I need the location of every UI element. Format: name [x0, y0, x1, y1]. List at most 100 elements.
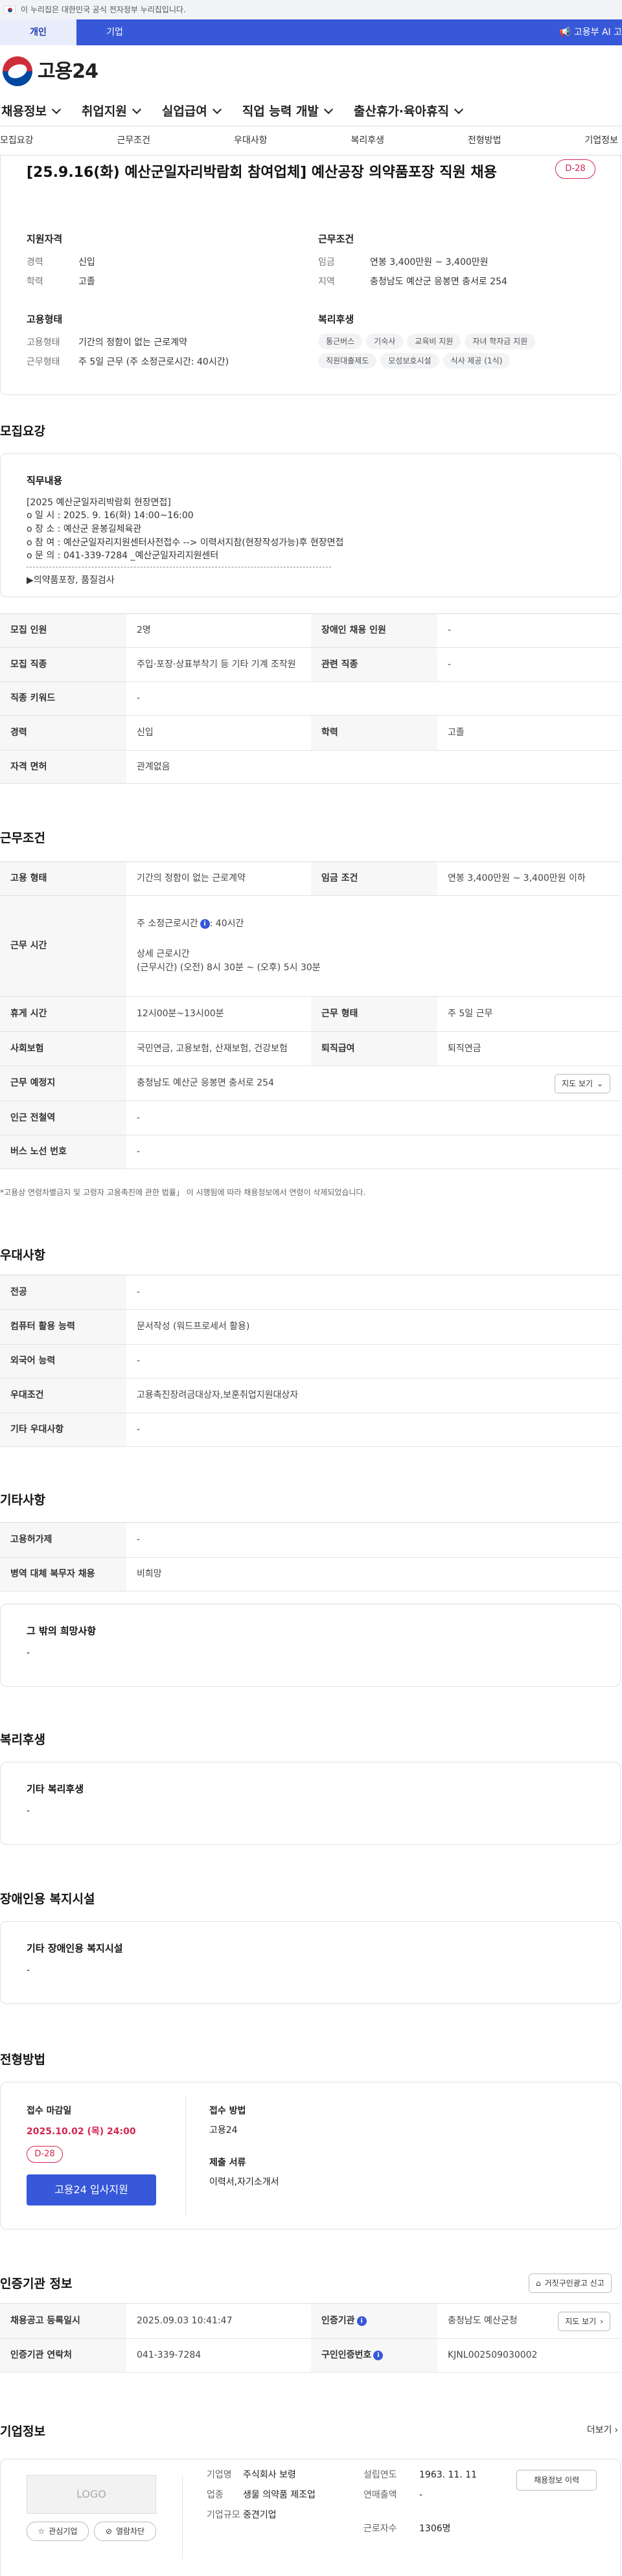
tab-personal[interactable]: 개인 — [0, 19, 76, 45]
table-row: 근무 시간 주 소정근로시간 i: 40시간 상세 근로시간 (근무시간) (오전… — [0, 895, 621, 997]
conditions-row: 지역 충청남도 예산군 응봉면 충서로 254 — [318, 273, 577, 292]
anchor-preference[interactable]: 우대사항 — [234, 134, 268, 148]
row-value: 주 5일 근무 (주 소정근로시간: 40시간) — [78, 357, 229, 367]
info-icon[interactable]: i — [373, 2350, 384, 2360]
chevron-right-icon: › — [614, 2425, 618, 2435]
table-row: 병역 대체 복무자 채용 비희망 — [0, 1557, 621, 1591]
employment-row: 고용형태 기간의 정함이 없는 근로계약 — [27, 334, 286, 353]
other-wishes-value: - — [27, 1647, 30, 1658]
welfare-block: 복리후생 통근버스 기숙사 교육비 지원 자녀 학자금 지원 직원대출제도 모성… — [318, 312, 577, 369]
home-icon: ⌂ — [536, 2279, 541, 2288]
work-heading: 근무조건 — [0, 831, 45, 845]
employment-block: 고용형태 고용형태 기간의 정함이 없는 근로계약 근무형태 주 5일 근무 (주 … — [27, 312, 286, 372]
cell-value: 문서작성 (워드프로세서 활용) — [126, 1309, 621, 1345]
korea-flag-icon — [4, 6, 16, 14]
field-value: 1306명 — [419, 2524, 451, 2534]
other-wishes-label: 그 밖의 희망사항 — [27, 1625, 97, 1637]
cell-label: 모집 인원 — [0, 613, 126, 648]
conditions-heading: 근무조건 — [318, 233, 354, 245]
agency-map-label: 지도 보기 — [565, 2316, 597, 2326]
welfare-tag: 식사 제공 (1식) — [443, 352, 511, 369]
row-label: 지역 — [318, 277, 335, 287]
report-fake-ad-button[interactable]: ⌂ 거짓구인광고 신고 — [529, 2274, 612, 2293]
content-line: o 일 시 : 2025. 9. 16(화) 14:00~16:00 — [27, 510, 194, 521]
anchor-selection[interactable]: 전형방법 — [468, 134, 501, 148]
chevron-down-icon — [212, 104, 222, 115]
job-summary-card: [25.9.16(화) 예산군일자리박람회 참여업체] 예산공장 의약품포장 직… — [0, 155, 621, 395]
employment-heading: 고용형태 — [27, 313, 63, 325]
detail-hours-value: (근무시간) (오전) 8시 30분 ~ (오후) 5시 30분 — [137, 963, 321, 973]
company-heading: 기업정보 — [0, 2424, 45, 2439]
cell-value: 주 5일 근무 — [437, 996, 621, 1032]
anchor-company[interactable]: 기업정보 — [584, 134, 618, 148]
cell-label: 인증기관 연락처 — [0, 2338, 126, 2373]
docs-label: 제출 서류 — [209, 2158, 246, 2168]
taegeuk-logo-icon[interactable] — [3, 56, 32, 86]
map-view-button[interactable]: 지도 보기 ⌄ — [554, 1073, 610, 1093]
block-company-button[interactable]: ⊘ 열람차단 — [94, 2522, 156, 2541]
cell-label: 학력 — [311, 715, 437, 751]
table-row: 전공 - — [0, 1275, 621, 1310]
company-more-label: 더보기 — [586, 2425, 612, 2435]
nav-employment-support[interactable]: 취업지원 — [82, 102, 141, 121]
table-row: 고용 형태 기간의 정함이 없는 근로계약 임금 조건 연봉 3,400만원 ~… — [0, 861, 621, 896]
content-line: o 문 의 : 041-339-7284 _예산군일자리지원센터 — [27, 551, 219, 562]
welfare-label: 기타 복리후생 — [27, 1783, 84, 1795]
favorite-company-button[interactable]: ☆ 관심기업 — [27, 2522, 89, 2541]
etc-table: 고용허가제 - 병역 대체 복무자 채용 비희망 — [0, 1522, 621, 1591]
welfare-tags: 통근버스 기숙사 교육비 지원 자녀 학자금 지원 직원대출제도 모성보호시설 … — [318, 333, 577, 369]
content-line: o 참 여 : 예산군일자리지원센터사전접수 --> 이력서지참(현장작성가능)… — [27, 537, 344, 548]
work-table: 고용 형태 기간의 정함이 없는 근로계약 임금 조건 연봉 3,400만원 ~… — [0, 861, 621, 1169]
cell-label: 기타 우대사항 — [0, 1413, 126, 1447]
cell-label: 병역 대체 복무자 채용 — [0, 1557, 126, 1591]
agency-map-button[interactable]: 지도 보기 › — [558, 2311, 610, 2331]
info-icon[interactable]: i — [356, 2316, 367, 2326]
company-more-link[interactable]: 더보기 › — [587, 2424, 618, 2437]
method-value: 고용24 — [209, 2125, 238, 2136]
gov-banner: 이 누리집은 대한민국 공식 전자정부 누리집입니다. — [0, 0, 622, 19]
cell-value: - — [437, 613, 621, 648]
employment-row: 근무형태 주 5일 근무 (주 소정근로시간: 40시간) — [27, 353, 286, 372]
company-fields: 기업명 주식회사 보령 업종 생물 의약품 제조업 기업규모 중견기업 — [207, 2468, 362, 2522]
welfare-tag: 직원대출제도 — [318, 352, 377, 369]
work-time-value: 주 소정근로시간 i: 40시간 상세 근로시간 (근무시간) (오전) 8시 3… — [126, 895, 621, 997]
anchor-recruit[interactable]: 모집요강 — [0, 134, 34, 148]
cell-value: 관계없음 — [126, 750, 621, 784]
anchor-welfare[interactable]: 복리후생 — [351, 134, 384, 148]
cell-label: 근무 시간 — [0, 895, 126, 997]
cert-table: 채용공고 등록일시 2025.09.03 10:41:47 인증기관 i 충청남도… — [0, 2303, 621, 2373]
detail-hours-label: 상세 근로시간 — [137, 949, 190, 959]
table-row: 근무 예정지 충청남도 예산군 응봉면 충서로 254 지도 보기 ⌄ — [0, 1066, 621, 1101]
cell-value: 국민연금, 고용보험, 산재보험, 건강보험 — [126, 1031, 311, 1066]
info-icon[interactable]: i — [200, 918, 210, 929]
company-card: LOGO ☆ 관심기업 ⊘ 열람차단 기업명 주식회사 보령 업종 생물 의약품 제조업… — [0, 2459, 621, 2576]
cell-label: 인증기관 i — [311, 2303, 437, 2339]
job-history-button[interactable]: 채용정보 이력 — [516, 2470, 597, 2491]
table-row: 고용허가제 - — [0, 1522, 621, 1558]
weekly-hours-value: : 40시간 — [209, 918, 244, 929]
cell-label: 우대조건 — [0, 1378, 126, 1413]
nav-maternity-leave[interactable]: 출산휴가·육아휴직 — [354, 102, 464, 121]
ai-assistant-link[interactable]: 📢 고용부 AI 고 — [559, 19, 622, 45]
nav-vocational-training[interactable]: 직업 능력 개발 — [242, 102, 333, 121]
tab-company[interactable]: 기업 — [76, 19, 153, 45]
conditions-block: 근무조건 임금 연봉 3,400만원 ~ 3,400만원 지역 충청남도 예산군 응… — [318, 232, 577, 292]
cell-value: 041-339-7284 — [126, 2338, 311, 2373]
apply-button[interactable]: 고용24 입사지원 — [27, 2174, 156, 2206]
cell-label: 외국어 능력 — [0, 1344, 126, 1378]
site-logo-text[interactable]: 고용24 — [38, 57, 98, 86]
nav-job-info[interactable]: 채용정보 — [1, 102, 61, 121]
table-row: 직종 키워드 - — [0, 681, 621, 716]
table-row: 경력 신입 학력 고졸 — [0, 715, 621, 751]
company-field: 업종 생물 의약품 제조업 — [207, 2489, 362, 2502]
cell-value: - — [126, 1275, 621, 1310]
content-line: [2025 예산군일자리박람회 현장면접] — [27, 497, 171, 508]
company-field: 기업명 주식회사 보령 — [207, 2468, 362, 2482]
nav-unemployment-benefit[interactable]: 실업급여 — [162, 102, 222, 121]
qualification-row: 경력 신입 — [27, 253, 286, 273]
content-line: o 장 소 : 예산군 윤봉길체육관 — [27, 523, 142, 534]
site-header: 고용24 — [0, 45, 622, 97]
cell-label: 근무 형태 — [311, 996, 437, 1032]
cert-agency-label: 인증기관 — [321, 2316, 355, 2326]
anchor-work-conditions[interactable]: 근무조건 — [117, 134, 150, 148]
